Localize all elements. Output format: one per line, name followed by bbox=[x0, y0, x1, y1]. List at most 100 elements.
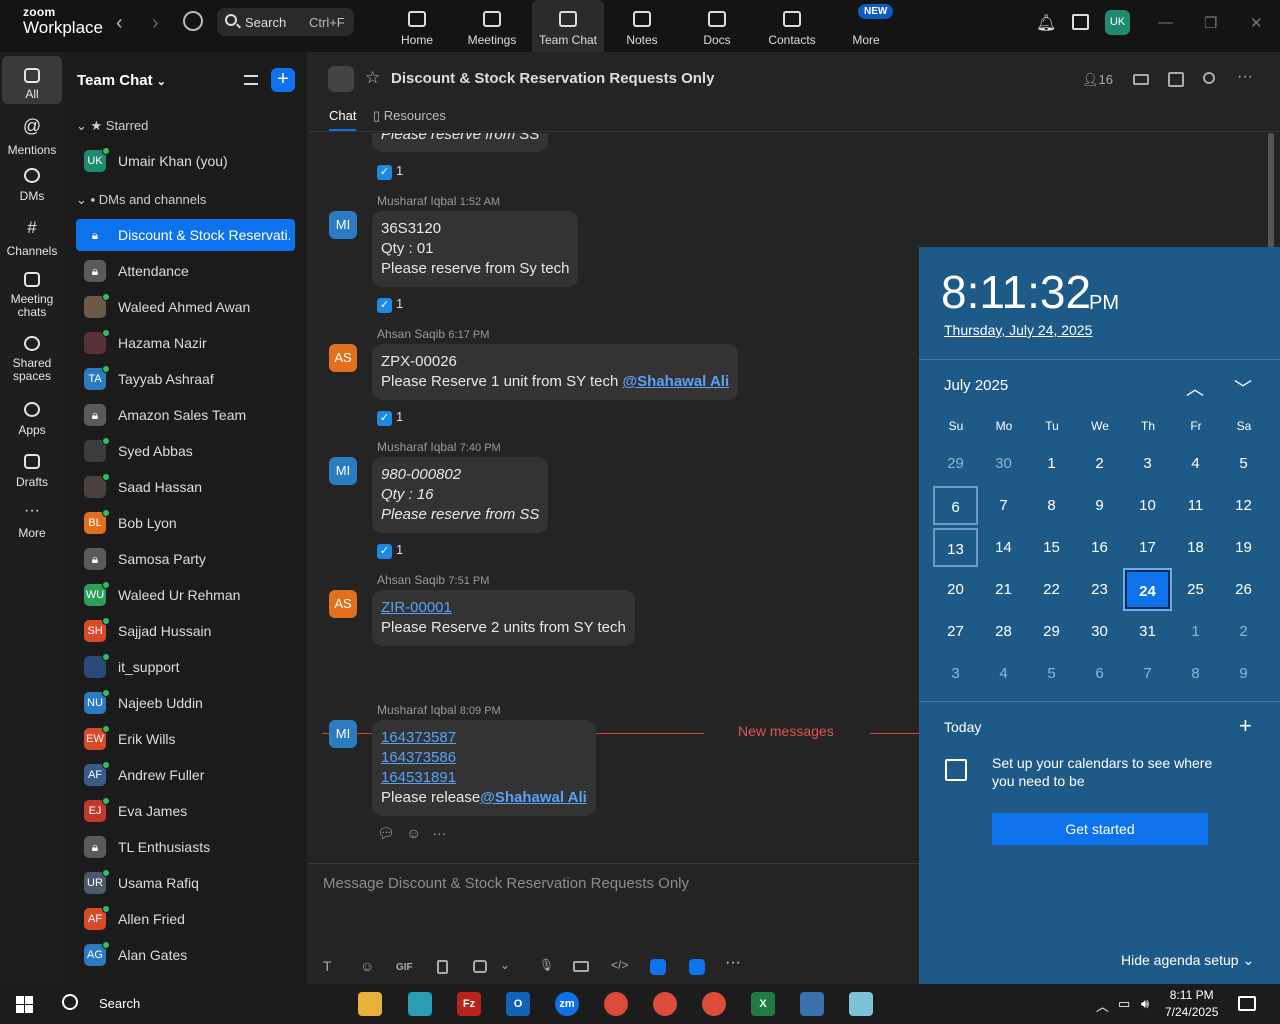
calendar-day[interactable]: 17 bbox=[1125, 528, 1170, 567]
sidebar-item[interactable]: 🔒︎ Discount & Stock Reservati... bbox=[76, 219, 295, 251]
video-icon[interactable] bbox=[1133, 74, 1149, 85]
calendar-day[interactable]: 4 bbox=[981, 654, 1026, 693]
back-arrow-icon[interactable]: ‹ bbox=[116, 12, 123, 35]
calendar-day[interactable]: 31 bbox=[1125, 612, 1170, 651]
scrollbar[interactable] bbox=[1268, 133, 1274, 248]
section-dms-channels[interactable]: ⌄ ▪ DMs and channels bbox=[76, 192, 206, 208]
tab-docs[interactable]: Docs bbox=[681, 0, 753, 52]
tab-home[interactable]: Home bbox=[381, 0, 453, 52]
rail-mentions[interactable]: @ Mentions bbox=[2, 116, 62, 157]
sidebar-item[interactable]: Hazama Nazir bbox=[76, 327, 295, 359]
history-icon[interactable] bbox=[183, 11, 203, 31]
excel-icon[interactable]: X bbox=[751, 992, 775, 1016]
sidebar-item[interactable]: EW Erik Wills bbox=[76, 723, 295, 755]
rail-channels[interactable]: # Channels bbox=[2, 218, 62, 258]
calendar-top-icon[interactable] bbox=[1072, 14, 1089, 30]
search-box[interactable]: Search Ctrl+F bbox=[217, 8, 354, 36]
reaction-check[interactable]: ✓ 1 bbox=[377, 163, 403, 180]
minimize-icon[interactable]: — bbox=[1158, 14, 1173, 31]
more-options-icon[interactable]: ··· bbox=[1237, 68, 1253, 86]
calendar-day[interactable]: 1 bbox=[1029, 444, 1074, 483]
app-icon-2[interactable] bbox=[689, 959, 705, 975]
bell-icon[interactable]: 🔔︎ bbox=[1036, 13, 1056, 33]
tab-team-chat[interactable]: Team Chat bbox=[532, 0, 604, 52]
chevron-down-icon[interactable]: ⌄ bbox=[500, 958, 510, 972]
avatar[interactable]: AS bbox=[329, 590, 357, 618]
calendar-day[interactable]: 12 bbox=[1221, 486, 1266, 525]
new-chat-button[interactable]: + bbox=[271, 68, 295, 92]
calendar-day[interactable]: 7 bbox=[1125, 654, 1170, 693]
chrome-icon[interactable] bbox=[653, 992, 677, 1016]
channel-title[interactable]: Discount & Stock Reservation Requests On… bbox=[391, 70, 714, 87]
tab-contacts[interactable]: Contacts bbox=[756, 0, 828, 52]
message-bubble[interactable]: 980-000802 Qty : 16 Please reserve from … bbox=[372, 457, 549, 533]
gif-button[interactable]: GIF bbox=[396, 962, 413, 973]
message-link[interactable]: 164373587 bbox=[381, 728, 587, 748]
calendar-day[interactable]: 6 bbox=[1077, 654, 1122, 693]
calendar-day[interactable]: 5 bbox=[1221, 444, 1266, 483]
avatar[interactable]: AS bbox=[329, 344, 357, 372]
hide-agenda-button[interactable]: Hide agenda setup ⌄ bbox=[1121, 952, 1254, 969]
calendar-icon[interactable] bbox=[1168, 72, 1184, 87]
sidebar-item[interactable]: AF Andrew Fuller bbox=[76, 759, 295, 791]
message-link[interactable]: 164373586 bbox=[381, 748, 587, 768]
message-bubble[interactable]: Please reserve from SS bbox=[372, 133, 549, 152]
sidebar-title[interactable]: Team Chat ⌄ bbox=[77, 72, 166, 89]
chrome-icon[interactable] bbox=[702, 992, 726, 1016]
sidebar-item[interactable]: WU Waleed Ur Rehman bbox=[76, 579, 295, 611]
calendar-day[interactable]: 16 bbox=[1077, 528, 1122, 567]
volume-icon[interactable]: 🔊︎ bbox=[1141, 996, 1149, 1012]
calendar-day[interactable]: 8 bbox=[1029, 486, 1074, 525]
sidebar-item[interactable]: Saad Hassan bbox=[76, 471, 295, 503]
calendar-day[interactable]: 4 bbox=[1173, 444, 1218, 483]
filezilla-icon[interactable]: Fz bbox=[457, 992, 481, 1016]
rail-meeting-chats[interactable]: Meeting chats bbox=[2, 272, 62, 319]
zoom-icon[interactable]: zm bbox=[555, 992, 579, 1016]
mention-link[interactable]: @Shahawal Ali bbox=[480, 789, 587, 806]
chrome-icon[interactable] bbox=[604, 992, 628, 1016]
more-actions-icon[interactable]: ··· bbox=[432, 825, 446, 841]
format-text-icon[interactable]: T bbox=[323, 958, 332, 974]
rail-dms[interactable]: DMs bbox=[2, 168, 62, 203]
rail-all[interactable]: All bbox=[2, 56, 62, 104]
notifications-icon[interactable] bbox=[1238, 996, 1256, 1011]
calendar-day[interactable]: 29 bbox=[1029, 612, 1074, 651]
calculator-icon[interactable] bbox=[800, 992, 824, 1016]
sidebar-item-starred-self[interactable]: UK Umair Khan (you) bbox=[76, 145, 295, 177]
chevron-down-icon[interactable]: ﹀ bbox=[1234, 375, 1252, 401]
rail-more[interactable]: ··· More bbox=[2, 502, 62, 540]
sidebar-item[interactable]: BL Bob Lyon bbox=[76, 507, 295, 539]
sidebar-item[interactable]: Syed Abbas bbox=[76, 435, 295, 467]
members-button[interactable]: 👤︎16 bbox=[1082, 72, 1113, 88]
chevron-up-icon[interactable]: ︿ bbox=[1186, 375, 1204, 401]
maximize-icon[interactable]: ❐ bbox=[1204, 14, 1217, 32]
file-icon[interactable] bbox=[437, 960, 448, 974]
microphone-icon[interactable]: 🎙︎ bbox=[539, 958, 554, 972]
video-message-icon[interactable] bbox=[573, 961, 589, 972]
calendar-day[interactable]: 7 bbox=[981, 486, 1026, 525]
message-bubble[interactable]: 36S3120 Qty : 01 Please reserve from Sy … bbox=[372, 211, 579, 287]
message-bubble[interactable]: ZPX-00026 Please Reserve 1 unit from SY … bbox=[372, 344, 739, 400]
add-event-icon[interactable]: + bbox=[1239, 713, 1252, 739]
network-icon[interactable]: ▭ bbox=[1118, 996, 1130, 1012]
file-explorer-icon[interactable] bbox=[358, 992, 382, 1016]
tab-notes[interactable]: Notes bbox=[606, 0, 678, 52]
taskbar-clock[interactable]: 8:11 PM 7/24/2025 bbox=[1165, 987, 1218, 1021]
message-bubble[interactable]: ZIR-00001 Please Reserve 2 units from SY… bbox=[372, 590, 635, 646]
message-link[interactable]: 164531891 bbox=[381, 768, 587, 788]
message-bubble[interactable]: 164373587 164373586 164531891 Please rel… bbox=[372, 720, 596, 816]
sidebar-item[interactable]: EJ Eva James bbox=[76, 795, 295, 827]
tab-chat[interactable]: Chat bbox=[329, 108, 357, 131]
sidebar-item[interactable]: 🔒︎ Attendance bbox=[76, 255, 295, 287]
sidebar-item[interactable]: 🔒︎ Amazon Sales Team bbox=[76, 399, 295, 431]
tab-resources[interactable]: ▯ Resources bbox=[373, 108, 446, 124]
sidebar-item[interactable]: Waleed Ahmed Awan bbox=[76, 291, 295, 323]
mention-link[interactable]: @Shahawal Ali bbox=[623, 373, 730, 390]
calendar-day[interactable]: 22 bbox=[1029, 570, 1074, 609]
rail-shared-spaces[interactable]: Shared spaces bbox=[2, 336, 62, 383]
calendar-day[interactable]: 11 bbox=[1173, 486, 1218, 525]
calendar-day[interactable]: 10 bbox=[1125, 486, 1170, 525]
calendar-day[interactable]: 30 bbox=[1077, 612, 1122, 651]
calendar-day[interactable]: 14 bbox=[981, 528, 1026, 567]
reaction-check[interactable]: ✓ 1 bbox=[377, 542, 403, 559]
